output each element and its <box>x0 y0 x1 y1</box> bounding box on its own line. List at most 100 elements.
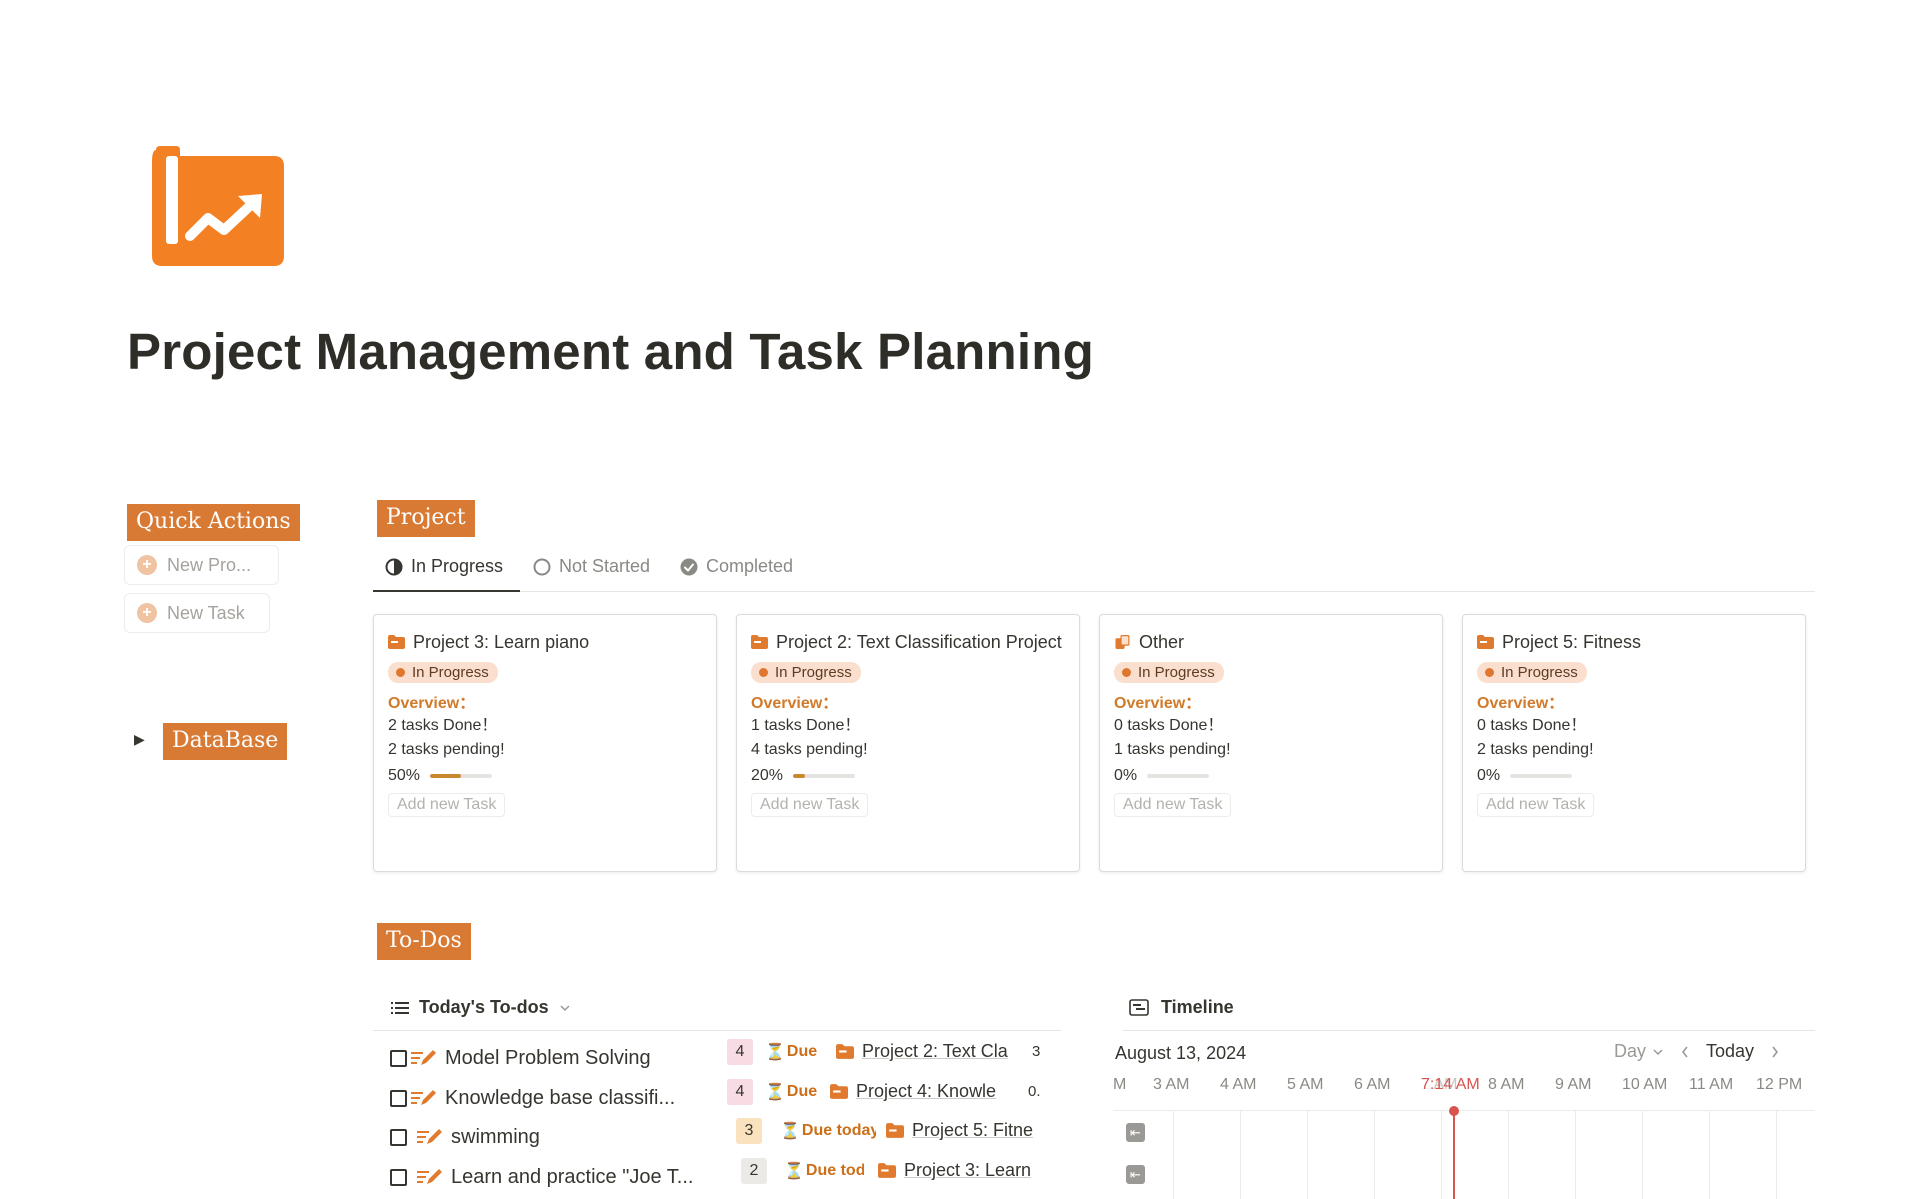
progress-bar <box>430 774 493 778</box>
project-card-title: Project 3: Learn piano <box>413 632 590 652</box>
overview-label: Overview： <box>1114 695 1202 712</box>
project-relation-label: Project 2: Text Cla <box>862 1041 1008 1061</box>
project-card[interactable]: Other In Progress Overview： 0 tasks Done… <box>1099 614 1443 872</box>
todo-name: Knowledge base classifi... <box>445 1086 676 1109</box>
empty-circle-icon <box>533 558 551 575</box>
hour-label: 6 AM <box>1354 1076 1391 1093</box>
priority-badge: 4 <box>727 1039 753 1065</box>
project-relation-link[interactable]: Project 4: Knowle <box>830 1081 1014 1102</box>
todo-row[interactable]: swimming <box>390 1119 710 1155</box>
timeline-label: Timeline <box>1161 997 1234 1017</box>
tab-completed[interactable]: Completed <box>680 556 793 577</box>
project-relation-label: Project 4: Knowle <box>856 1081 997 1101</box>
add-new-task-button[interactable]: Add new Task <box>1114 793 1232 817</box>
timeline-grid[interactable] <box>1113 1110 1815 1199</box>
tasks-done-text: 0 tasks Done！ <box>1114 717 1224 734</box>
todo-checkbox[interactable] <box>390 1049 407 1067</box>
priority-badge: 3 <box>736 1118 762 1144</box>
folder-icon <box>751 635 768 649</box>
tasks-done-text: 1 tasks Done！ <box>751 717 861 734</box>
hour-label: 10 AM <box>1622 1076 1668 1093</box>
hour-label: 5 AM <box>1287 1076 1324 1093</box>
plus-circle-icon: + <box>137 555 157 575</box>
project-heading: Project <box>377 500 475 537</box>
todo-name: Learn and practice "Joe T... <box>451 1165 694 1188</box>
quick-actions-heading: Quick Actions <box>127 504 300 541</box>
project-relation-label: Project 3: Learn <box>904 1160 1032 1180</box>
new-task-label: New Task <box>167 602 245 623</box>
project-relation-link[interactable]: Project 5: Fitne <box>886 1120 1046 1141</box>
today-button[interactable]: Today <box>1706 1041 1754 1062</box>
half-circle-icon <box>385 558 403 575</box>
todos-heading: To-Dos <box>377 923 471 960</box>
folder-icon <box>878 1163 896 1178</box>
todos-view-selector[interactable]: Today's To-dos <box>373 985 1061 1031</box>
tasks-done-text: 2 tasks Done！ <box>388 717 498 734</box>
priority-badge: 2 <box>741 1158 767 1184</box>
tasks-pending-text: 4 tasks pending! <box>751 741 868 758</box>
progress-label: 50% <box>388 767 421 784</box>
timeline-date: August 13, 2024 <box>1115 1043 1247 1063</box>
todos-view-label: Today's To-dos <box>419 997 549 1017</box>
chevron-right-icon[interactable] <box>1770 1045 1780 1059</box>
todo-row[interactable]: Model Problem Solving <box>390 1040 710 1076</box>
project-card-title: Other <box>1139 632 1185 652</box>
hourglass-icon: ⏳ <box>765 1084 785 1101</box>
due-label: ⏳ Due today <box>780 1122 876 1140</box>
todo-row[interactable]: Learn and practice "Joe T... <box>390 1159 720 1195</box>
scroll-to-task-left-icon[interactable]: ⇤ <box>1126 1123 1145 1142</box>
project-card[interactable]: Project 3: Learn piano In Progress Overv… <box>373 614 717 872</box>
todo-checkbox[interactable] <box>390 1168 407 1186</box>
hourglass-icon: ⏳ <box>780 1123 800 1140</box>
project-card[interactable]: Project 5: Fitness In Progress Overview：… <box>1462 614 1806 872</box>
todo-checkbox[interactable] <box>390 1128 407 1146</box>
new-project-button[interactable]: + New Pro... <box>124 545 279 585</box>
progress-bar <box>1147 774 1210 778</box>
task-pen-icon <box>411 1050 436 1065</box>
progress-indicator: 0% <box>1114 767 1428 785</box>
task-pen-icon <box>411 1090 436 1105</box>
chevron-down-icon <box>560 1004 570 1011</box>
tab-completed-label: Completed <box>706 556 794 576</box>
due-label: ⏳ Due <box>765 1083 817 1101</box>
task-pen-icon <box>417 1129 442 1144</box>
database-toggle-icon[interactable]: ▶ <box>134 731 145 748</box>
page-title: Project Management and Task Planning <box>127 323 1094 380</box>
row-extra-value: 3 <box>1032 1043 1041 1060</box>
todo-row[interactable]: Knowledge base classifi... <box>390 1080 710 1116</box>
status-badge: In Progress <box>1477 662 1587 683</box>
priority-badge: 4 <box>727 1079 753 1105</box>
timeline-icon <box>1129 999 1149 1016</box>
todo-checkbox[interactable] <box>390 1089 407 1107</box>
add-new-task-button[interactable]: Add new Task <box>1477 793 1595 817</box>
hourglass-icon: ⏳ <box>765 1044 785 1061</box>
add-new-task-button[interactable]: Add new Task <box>751 793 869 817</box>
progress-label: 0% <box>1477 767 1501 784</box>
project-relation-link[interactable]: Project 2: Text Cla <box>836 1041 1014 1062</box>
scroll-to-task-left-icon[interactable]: ⇤ <box>1126 1165 1145 1184</box>
chart-folder-icon <box>152 146 284 266</box>
tab-not-started[interactable]: Not Started <box>533 556 650 577</box>
project-card[interactable]: Project 2: Text Classification Project I… <box>736 614 1080 872</box>
progress-label: 20% <box>751 767 784 784</box>
hour-label: 9 AM <box>1555 1076 1592 1093</box>
overview-label: Overview： <box>388 695 476 712</box>
timeline-scale-select[interactable]: Day <box>1614 1041 1664 1062</box>
list-icon <box>391 1001 409 1014</box>
new-task-button[interactable]: + New Task <box>124 593 270 633</box>
chevron-left-icon[interactable] <box>1680 1045 1690 1059</box>
chevron-down-icon <box>1653 1048 1663 1055</box>
due-label: ⏳Due toda <box>784 1162 864 1180</box>
check-circle-icon <box>680 558 698 575</box>
hourglass-icon: ⏳ <box>784 1163 804 1180</box>
hour-label: 8 AM <box>1488 1076 1525 1093</box>
project-card-title: Project 5: Fitness <box>1502 632 1642 652</box>
tab-in-progress[interactable]: In Progress <box>385 556 503 577</box>
timeline-view-tab[interactable]: Timeline <box>1123 985 1815 1031</box>
progress-label: 0% <box>1114 767 1138 784</box>
project-relation-link[interactable]: Project 3: Learn <box>878 1160 1046 1181</box>
database-heading[interactable]: DataBase <box>163 723 288 760</box>
hour-label: 11 AM <box>1689 1076 1734 1093</box>
hour-label: 4 AM <box>1220 1076 1257 1093</box>
add-new-task-button[interactable]: Add new Task <box>388 793 506 817</box>
